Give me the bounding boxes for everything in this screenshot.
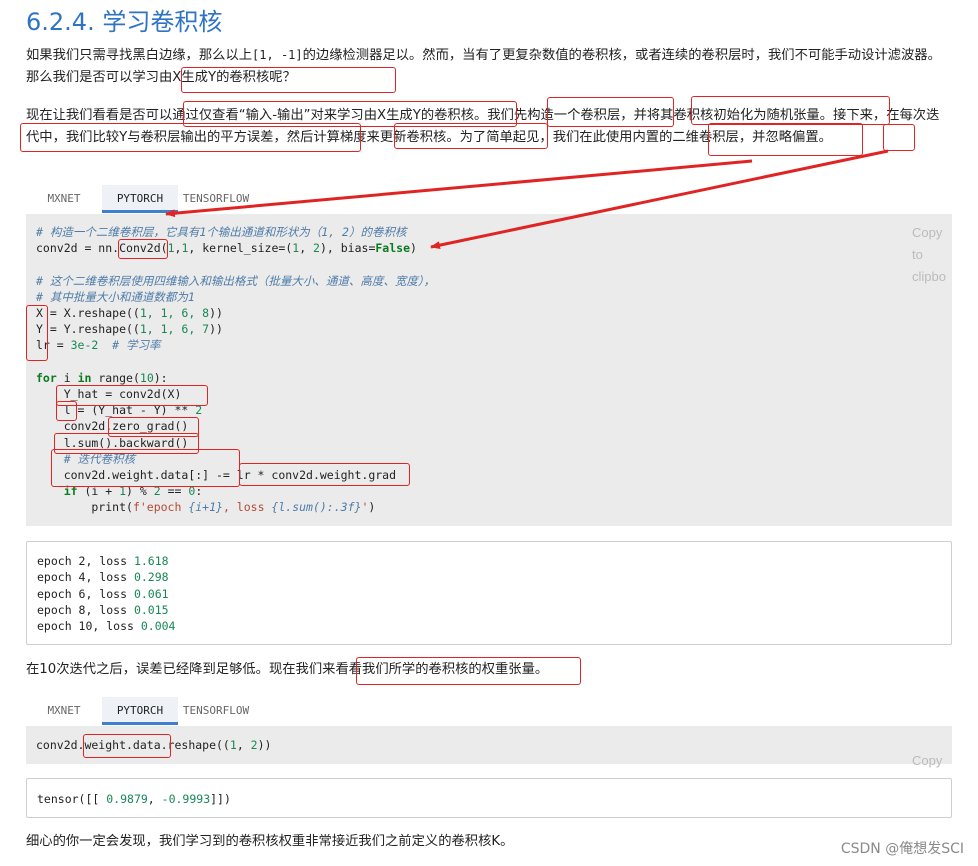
annotation-arrow	[165, 159, 753, 218]
annotation-arrows	[165, 149, 889, 250]
annotation-arrow	[430, 149, 889, 250]
